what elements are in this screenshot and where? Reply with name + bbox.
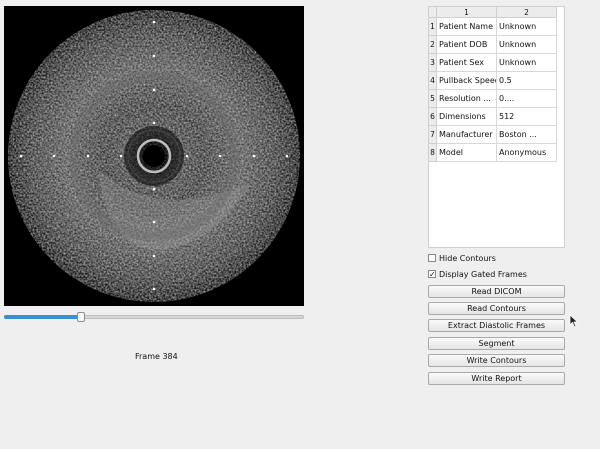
ivus-image-viewer[interactable] <box>4 6 304 306</box>
table-cell-value[interactable]: Boston ... <box>497 126 557 144</box>
table-cell-key[interactable]: Dimensions <box>437 108 497 126</box>
display-gated-frames-box[interactable]: ✓ <box>428 270 436 279</box>
row-header[interactable]: 7 <box>429 126 437 144</box>
display-gated-frames-label: Display Gated Frames <box>439 269 527 279</box>
table-cell-value[interactable]: 0.5 <box>497 72 557 90</box>
row-header[interactable]: 1 <box>429 18 437 36</box>
table-cell-key[interactable]: Model <box>437 144 497 162</box>
table-cell-key[interactable]: Patient DOB <box>437 36 497 54</box>
mouse-pointer-icon <box>569 314 579 328</box>
table-cell-value[interactable]: Unknown <box>497 36 557 54</box>
extract-diastolic-frames-button[interactable]: Extract Diastolic Frames <box>428 319 565 332</box>
write-contours-button[interactable]: Write Contours <box>428 354 565 367</box>
row-header[interactable]: 6 <box>429 108 437 126</box>
row-header[interactable]: 3 <box>429 54 437 72</box>
row-header[interactable]: 5 <box>429 90 437 108</box>
frame-slider[interactable] <box>4 311 304 323</box>
slider-fill <box>4 315 81 319</box>
row-header[interactable]: 4 <box>429 72 437 90</box>
table-cell-value[interactable]: 0.... <box>497 90 557 108</box>
table-cell-value[interactable]: 512 <box>497 108 557 126</box>
table-cell-value[interactable]: Unknown <box>497 18 557 36</box>
table-cell-key[interactable]: Patient Name <box>437 18 497 36</box>
segment-button[interactable]: Segment <box>428 337 565 350</box>
ivus-frame-image <box>4 6 304 306</box>
column-header-1[interactable]: 1 <box>437 7 497 18</box>
table-corner[interactable] <box>429 7 437 18</box>
table-cell-value[interactable]: Unknown <box>497 54 557 72</box>
row-header[interactable]: 8 <box>429 144 437 162</box>
hide-contours-box[interactable] <box>428 254 436 262</box>
table-cell-value[interactable]: Anonymous <box>497 144 557 162</box>
hide-contours-label: Hide Contours <box>439 253 496 263</box>
checkmark-icon: ✓ <box>429 270 436 279</box>
column-header-2[interactable]: 2 <box>497 7 557 18</box>
table-cell-key[interactable]: Patient Sex <box>437 54 497 72</box>
write-report-button[interactable]: Write Report <box>428 372 565 385</box>
table-cell-key[interactable]: Resolution ... <box>437 90 497 108</box>
read-dicom-button[interactable]: Read DICOM <box>428 285 565 298</box>
slider-handle[interactable] <box>77 312 85 322</box>
display-gated-frames-checkbox[interactable]: ✓ Display Gated Frames <box>428 268 527 280</box>
read-contours-button[interactable]: Read Contours <box>428 302 565 315</box>
frame-number-label: Frame 384 <box>135 352 178 361</box>
dicom-metadata-table[interactable]: 1 2 1 Patient Name Unknown 2 Patient DOB… <box>428 6 565 248</box>
row-header[interactable]: 2 <box>429 36 437 54</box>
table-cell-key[interactable]: Pullback Speed <box>437 72 497 90</box>
table-cell-key[interactable]: Manufacturer <box>437 126 497 144</box>
hide-contours-checkbox[interactable]: Hide Contours <box>428 252 496 264</box>
